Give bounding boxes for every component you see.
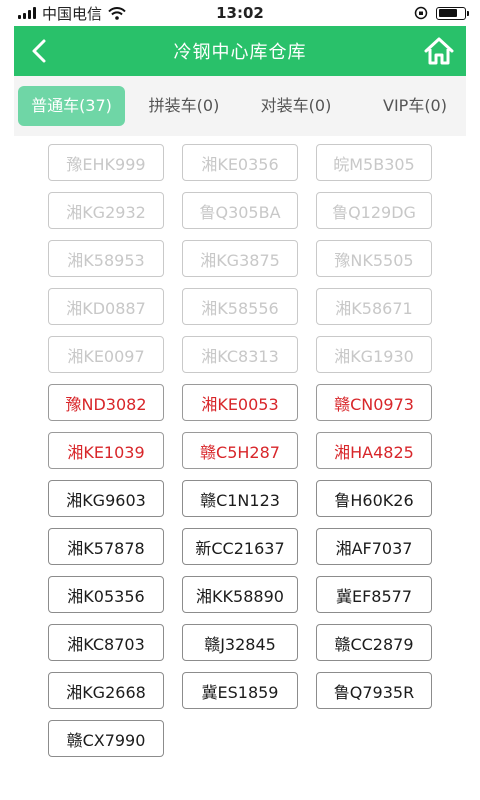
plate-button[interactable]: 湘KG1930 — [316, 336, 432, 373]
plate-grid: 豫EHK999 湘KE0356 皖M5B305 湘KG2932 鲁Q305BA 鲁Q129… — [48, 144, 432, 757]
carrier-label: 中国电信 — [42, 4, 103, 23]
back-button[interactable] — [22, 34, 56, 68]
plate-button[interactable]: 湘K05356 — [48, 576, 164, 613]
status-right — [414, 6, 469, 20]
plate-button[interactable]: 湘K58671 — [316, 288, 432, 325]
plate-button[interactable]: 赣C1N123 — [182, 480, 298, 517]
plate-button[interactable]: 湘KD0887 — [48, 288, 164, 325]
plate-button[interactable]: 湘K57878 — [48, 528, 164, 565]
plate-button[interactable]: 湘K58953 — [48, 240, 164, 277]
tab-bar: 普通车(37) 拼装车(0) 对装车(0) VIP车(0) — [14, 76, 466, 136]
plate-button[interactable]: 湘HA4825 — [316, 432, 432, 469]
plate-button[interactable]: 鲁Q7935R — [316, 672, 432, 709]
page-title: 冷钢中心库仓库 — [173, 42, 307, 63]
orientation-lock-icon — [414, 6, 428, 20]
plate-button[interactable]: 湘KC8703 — [48, 624, 164, 661]
plate-button[interactable]: 湘KE1039 — [48, 432, 164, 469]
tab-vip[interactable]: VIP车(0) — [364, 86, 466, 126]
plate-button[interactable]: 鲁Q129DG — [316, 192, 432, 229]
plate-button[interactable]: 鲁Q305BA — [182, 192, 298, 229]
status-bar: 中国电信 13:02 — [0, 0, 480, 26]
plate-button[interactable]: 豫NK5505 — [316, 240, 432, 277]
plate-button[interactable]: 湘K58556 — [182, 288, 298, 325]
plate-button[interactable]: 湘AF7037 — [316, 528, 432, 565]
plate-button[interactable]: 冀EF8577 — [316, 576, 432, 613]
battery-icon — [436, 6, 469, 20]
plate-button[interactable]: 湘KG2932 — [48, 192, 164, 229]
chevron-left-icon — [32, 39, 46, 63]
tab-paired[interactable]: 对装车(0) — [248, 86, 344, 126]
plate-button[interactable]: 湘KG9603 — [48, 480, 164, 517]
plate-button[interactable]: 湘KE0097 — [48, 336, 164, 373]
home-icon — [424, 37, 454, 65]
plate-button[interactable]: 新CC21637 — [182, 528, 298, 565]
plate-button[interactable]: 赣CN0973 — [316, 384, 432, 421]
tab-assembled[interactable]: 拼装车(0) — [136, 86, 232, 126]
plate-button[interactable]: 豫ND3082 — [48, 384, 164, 421]
plate-button[interactable]: 豫EHK999 — [48, 144, 164, 181]
nav-bar: 冷钢中心库仓库 — [14, 26, 466, 76]
plate-button[interactable]: 鲁H60K26 — [316, 480, 432, 517]
plate-button[interactable]: 湘KE0053 — [182, 384, 298, 421]
plate-button[interactable]: 冀ES1859 — [182, 672, 298, 709]
plate-button[interactable]: 湘KG3875 — [182, 240, 298, 277]
plate-button[interactable]: 赣CX7990 — [48, 720, 164, 757]
plate-button[interactable]: 湘KG2668 — [48, 672, 164, 709]
plate-button[interactable]: 皖M5B305 — [316, 144, 432, 181]
plate-button[interactable]: 赣J32845 — [182, 624, 298, 661]
plate-button[interactable]: 湘KE0356 — [182, 144, 298, 181]
plate-button[interactable]: 湘KC8313 — [182, 336, 298, 373]
signal-icon — [18, 7, 36, 19]
plate-button[interactable]: 湘KK58890 — [182, 576, 298, 613]
tab-normal[interactable]: 普通车(37) — [18, 86, 125, 126]
plate-button[interactable]: 赣CC2879 — [316, 624, 432, 661]
home-button[interactable] — [422, 34, 456, 68]
plate-button[interactable]: 赣C5H287 — [182, 432, 298, 469]
status-left: 中国电信 — [18, 3, 126, 24]
wifi-icon — [108, 6, 126, 20]
